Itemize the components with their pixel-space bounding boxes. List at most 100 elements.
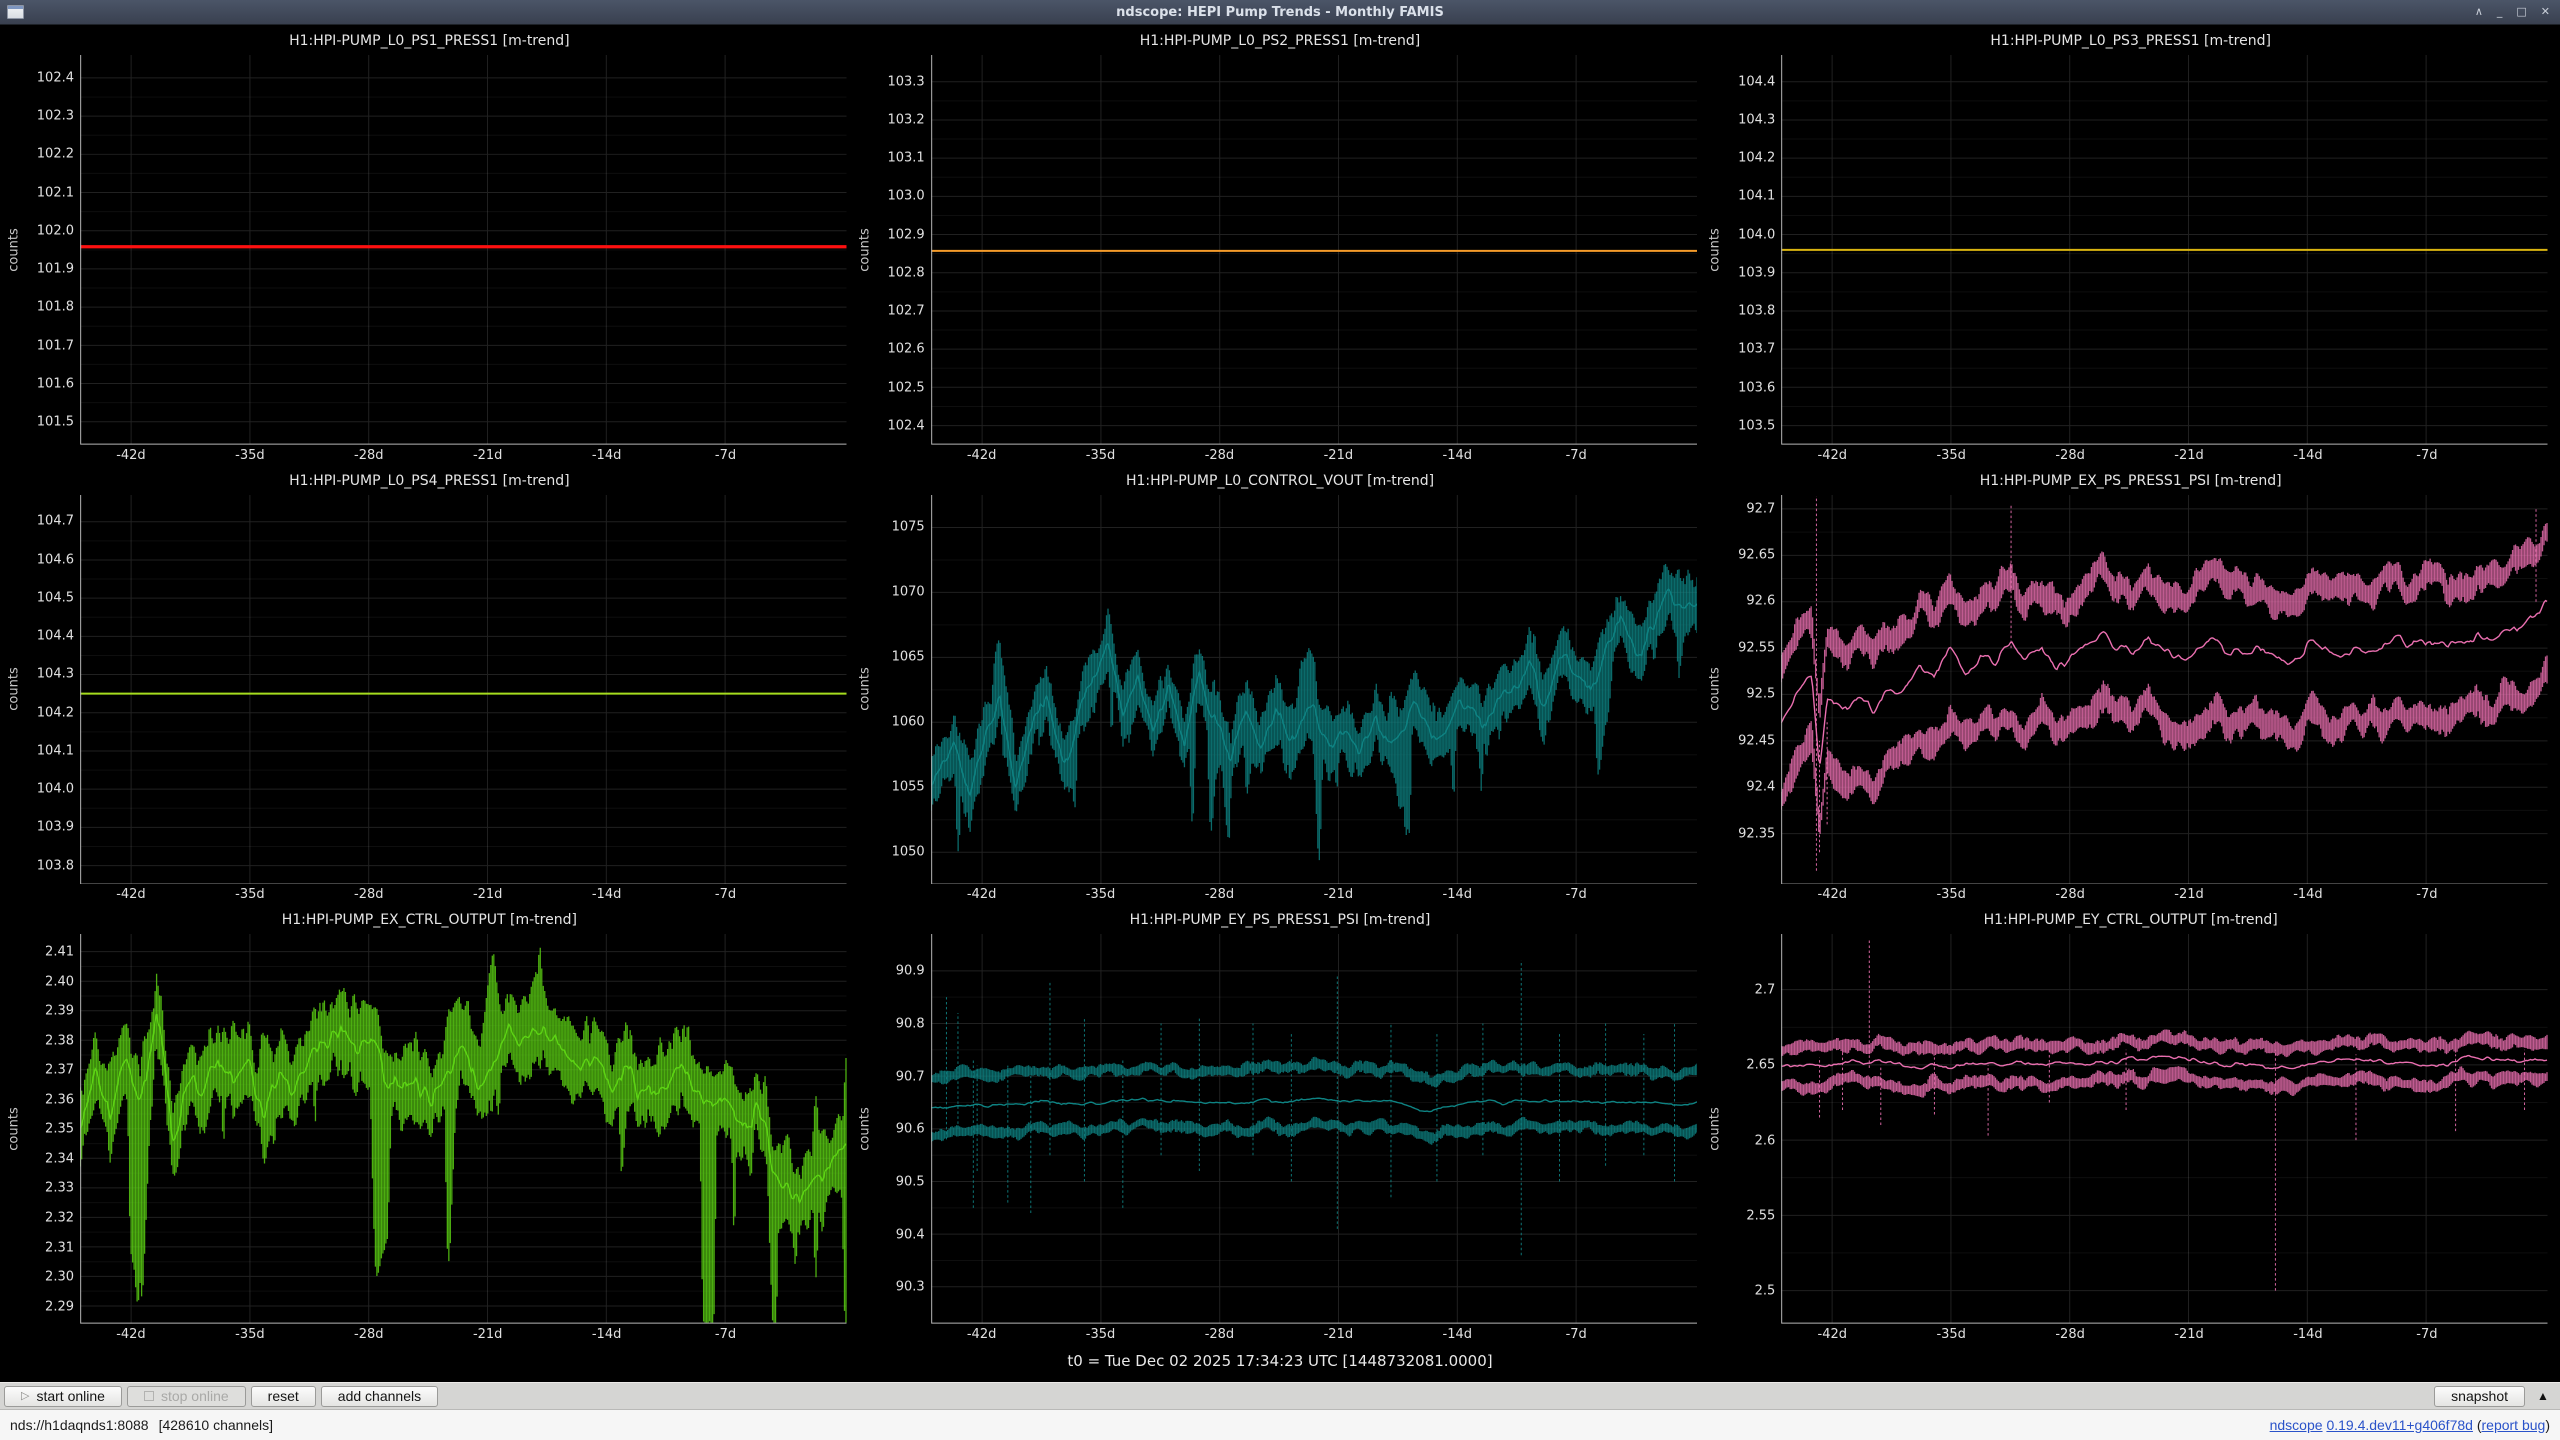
y-tick-label: 102.4 (37, 70, 74, 85)
y-tick-label: 2.41 (45, 945, 74, 960)
paren-close: ) (2545, 1417, 2550, 1433)
y-tick-label: 101.6 (37, 376, 74, 391)
plot-canvas[interactable] (80, 55, 847, 445)
plot-area[interactable] (80, 55, 847, 445)
plot-canvas[interactable] (80, 934, 847, 1324)
x-tick-label: -35d (1936, 887, 1966, 902)
version-link[interactable]: 0.19.4.dev11+g406f78d (2326, 1417, 2473, 1433)
plot-area[interactable] (1781, 934, 2548, 1324)
y-tick-label: 103.2 (887, 113, 924, 128)
x-tick-label: -14d (592, 1327, 622, 1342)
x-tick-label: -7d (715, 448, 736, 463)
y-tick-label: 1070 (892, 585, 925, 600)
stop-square-icon (144, 1391, 154, 1401)
y-tick-label: 104.4 (1738, 74, 1775, 89)
y-tick-label: 2.33 (45, 1181, 74, 1196)
y-tick-label: 103.8 (1738, 304, 1775, 319)
reset-button[interactable]: reset (251, 1386, 316, 1407)
ndscope-link[interactable]: ndscope (2270, 1417, 2323, 1433)
y-tick-label: 101.8 (37, 300, 74, 315)
shade-button[interactable]: ∧ (2475, 0, 2483, 24)
plot-canvas[interactable] (931, 934, 1698, 1324)
x-tick-label: -14d (1443, 1327, 1473, 1342)
plot-canvas[interactable] (1781, 934, 2548, 1324)
start-online-button[interactable]: ▷ start online (4, 1386, 122, 1407)
plot-panel-ex-ps-press1: H1:HPI-PUMP_EX_PS_PRESS1_PSI [m-trend] c… (1705, 467, 2556, 907)
minimize-button[interactable]: _ (2497, 0, 2503, 24)
server-address: nds://h1daqnds1:8088 (10, 1417, 149, 1433)
plot-grid: H1:HPI-PUMP_L0_PS1_PRESS1 [m-trend] coun… (4, 27, 2556, 1346)
y-tick-label: 2.35 (45, 1122, 74, 1137)
x-tick-label: -28d (1205, 448, 1235, 463)
expand-triangle-button[interactable]: ▲ (2530, 1386, 2556, 1407)
x-tick-label: -21d (473, 887, 503, 902)
y-tick-label: 101.5 (37, 415, 74, 430)
stop-online-button[interactable]: stop online (127, 1386, 246, 1407)
x-tick-label: -35d (1936, 448, 1966, 463)
y-tick-label: 1055 (892, 780, 925, 795)
x-tick-labels: -42d-35d-28d-21d-14d-7d (80, 445, 847, 467)
close-button[interactable]: ✕ (2541, 0, 2550, 24)
y-tick-label: 104.2 (37, 705, 74, 720)
y-tick-label: 90.4 (896, 1227, 925, 1242)
y-tick-labels: 90.990.890.790.690.590.490.3 (875, 934, 931, 1324)
y-tick-label: 2.65 (1746, 1058, 1775, 1073)
y-tick-label: 2.5 (1755, 1284, 1776, 1299)
plot-area[interactable] (80, 495, 847, 885)
plot-panel-l0-ps3: H1:HPI-PUMP_L0_PS3_PRESS1 [m-trend] coun… (1705, 27, 2556, 467)
title-bar: ndscope: HEPI Pump Trends - Monthly FAMI… (0, 0, 2560, 25)
x-tick-label: -35d (235, 448, 265, 463)
x-tick-label: -28d (354, 887, 384, 902)
plot-canvas[interactable] (931, 55, 1698, 445)
y-tick-label: 92.4 (1746, 780, 1775, 795)
y-tick-label: 102.9 (887, 227, 924, 242)
y-tick-label: 101.7 (37, 338, 74, 353)
snapshot-button[interactable]: snapshot (2434, 1386, 2525, 1407)
y-tick-label: 102.5 (887, 380, 924, 395)
x-tick-label: -35d (1086, 887, 1116, 902)
plot-area[interactable] (931, 934, 1698, 1324)
plot-area[interactable] (1781, 495, 2548, 885)
y-axis-label: counts (4, 934, 24, 1324)
plot-area[interactable] (80, 934, 847, 1324)
y-tick-labels: 104.7104.6104.5104.4104.3104.2104.1104.0… (24, 495, 80, 885)
y-tick-label: 90.6 (896, 1122, 925, 1137)
y-tick-label: 104.3 (37, 667, 74, 682)
window-controls: ∧ _ □ ✕ (2475, 0, 2560, 24)
plot-canvas[interactable] (931, 495, 1698, 885)
window-icon[interactable] (7, 5, 24, 19)
plot-area[interactable] (931, 495, 1698, 885)
x-tick-label: -42d (967, 448, 997, 463)
y-tick-label: 102.7 (887, 304, 924, 319)
play-triangle-icon: ▷ (21, 1391, 29, 1402)
status-bar: nds://h1daqnds1:8088 [428610 channels] n… (0, 1409, 2560, 1440)
x-tick-label: -14d (2293, 1327, 2323, 1342)
y-tick-label: 2.7 (1755, 983, 1776, 998)
y-axis-label: counts (4, 495, 24, 885)
plot-panel-ey-ctrl-output: H1:HPI-PUMP_EY_CTRL_OUTPUT [m-trend] cou… (1705, 906, 2556, 1346)
plot-canvas[interactable] (1781, 495, 2548, 885)
x-tick-label: -21d (2174, 1327, 2204, 1342)
plot-panel-l0-ps1: H1:HPI-PUMP_L0_PS1_PRESS1 [m-trend] coun… (4, 27, 855, 467)
plot-area[interactable] (1781, 55, 2548, 445)
plot-panel-l0-control-vout: H1:HPI-PUMP_L0_CONTROL_VOUT [m-trend] co… (855, 467, 1706, 907)
y-axis-label: counts (1705, 934, 1725, 1324)
plot-title: H1:HPI-PUMP_EX_CTRL_OUTPUT [m-trend] (4, 912, 855, 934)
x-tick-label: -7d (2416, 1327, 2437, 1342)
x-tick-labels: -42d-35d-28d-21d-14d-7d (80, 1324, 847, 1346)
plot-canvas[interactable] (80, 495, 847, 885)
x-tick-label: -28d (1205, 887, 1235, 902)
maximize-button[interactable]: □ (2516, 0, 2526, 24)
x-tick-label: -7d (715, 1327, 736, 1342)
y-tick-label: 2.39 (45, 1004, 74, 1019)
y-tick-label: 2.32 (45, 1210, 74, 1225)
x-tick-label: -42d (116, 448, 146, 463)
x-tick-label: -14d (592, 887, 622, 902)
y-tick-label: 102.0 (37, 223, 74, 238)
plot-area[interactable] (931, 55, 1698, 445)
add-channels-button[interactable]: add channels (321, 1386, 438, 1407)
report-bug-link[interactable]: report bug (2482, 1417, 2546, 1433)
plot-canvas[interactable] (1781, 55, 2548, 445)
x-tick-label: -21d (1324, 887, 1354, 902)
y-axis-label: counts (4, 55, 24, 445)
